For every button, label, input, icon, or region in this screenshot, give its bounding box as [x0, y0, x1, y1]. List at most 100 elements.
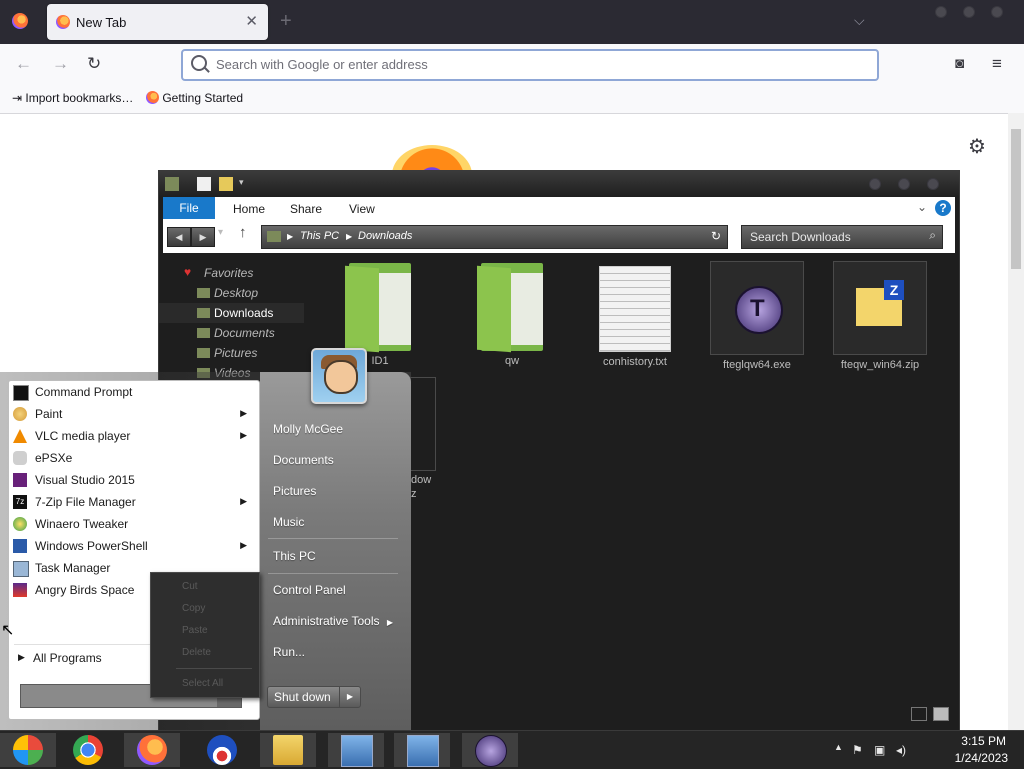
refresh-icon[interactable]: ↻ — [711, 229, 721, 243]
firefox-bookmark-icon — [146, 91, 159, 104]
program-command-prompt[interactable]: Command Prompt — [8, 381, 258, 403]
taskbar-firefox[interactable] — [124, 733, 180, 767]
start-button[interactable] — [0, 733, 56, 767]
back-button[interactable]: ◀ — [167, 227, 191, 247]
file-item-fteglqw64[interactable]: fteglqw64.exe — [707, 261, 807, 371]
downloads-folder-icon — [197, 308, 210, 318]
network-icon[interactable]: ▣ — [874, 743, 885, 757]
minimize-window-button[interactable] — [935, 6, 947, 18]
search-icon[interactable]: ⌕ — [929, 228, 936, 243]
explorer-maximize-button[interactable] — [898, 178, 910, 190]
program-powershell[interactable]: Windows PowerShell ▶ — [8, 535, 258, 557]
taskbar-chrome[interactable] — [60, 733, 116, 767]
search-icon — [191, 55, 207, 71]
breadcrumb-downloads[interactable]: Downloads — [358, 230, 412, 242]
close-tab-icon[interactable]: ✕ — [245, 12, 258, 30]
customize-quick-access-chevron-icon[interactable]: ▾ — [239, 177, 244, 188]
start-administrative-tools[interactable]: Administrative Tools ▶ — [273, 614, 393, 628]
breadcrumb-this-pc[interactable]: This PC — [300, 230, 339, 242]
nav-favorites[interactable]: ♥ Favorites — [159, 263, 304, 283]
program-vlc[interactable]: VLC media player ▶ — [8, 425, 258, 447]
address-bar[interactable]: Search with Google or enter address — [181, 49, 879, 81]
tab-share[interactable]: Share — [290, 202, 322, 216]
taskbar-obama-app[interactable] — [194, 733, 250, 767]
context-select-all[interactable]: Select All — [182, 678, 223, 689]
tab-new-tab[interactable]: New Tab ✕ — [47, 4, 268, 40]
taskbar-setup-app-2[interactable] — [394, 733, 450, 767]
nav-desktop[interactable]: Desktop — [159, 283, 304, 303]
back-arrow-icon[interactable]: ← — [15, 54, 32, 74]
flag-icon[interactable]: ⚑ — [852, 743, 863, 757]
import-bookmarks-link[interactable]: ⇥ Import bookmarks… — [12, 91, 133, 105]
large-icons-view-icon[interactable] — [933, 707, 949, 721]
clock-date[interactable]: 1/24/2023 — [955, 751, 1008, 765]
desktop-folder-icon — [197, 288, 210, 298]
user-avatar[interactable] — [311, 348, 367, 404]
tab-view[interactable]: View — [349, 202, 375, 216]
explorer-minimize-button[interactable] — [869, 178, 881, 190]
help-icon[interactable]: ? — [935, 200, 951, 216]
list-all-tabs-chevron-icon[interactable]: ⌵ — [854, 12, 865, 29]
show-hidden-icons-chevron-icon[interactable]: ▲ — [834, 742, 843, 752]
reload-icon[interactable]: ↻ — [87, 54, 101, 74]
context-copy[interactable]: Copy — [182, 603, 205, 614]
nav-documents[interactable]: Documents — [159, 323, 304, 343]
hamburger-menu-icon[interactable]: ≡ — [992, 54, 1002, 74]
chrome-icon — [73, 735, 103, 765]
new-tab-plus-icon[interactable]: + — [280, 10, 292, 33]
context-cut[interactable]: Cut — [182, 581, 198, 592]
page-scrollbar[interactable] — [1008, 113, 1024, 730]
start-user-name[interactable]: Molly McGee — [273, 422, 343, 436]
forward-arrow-icon[interactable]: → — [52, 54, 69, 74]
context-delete[interactable]: Delete — [182, 647, 211, 658]
tab-file[interactable]: File — [163, 197, 215, 219]
pocket-icon[interactable]: ◙ — [955, 55, 964, 72]
expand-ribbon-chevron-icon[interactable]: ⌄ — [917, 200, 927, 214]
explorer-address-bar[interactable]: ▶ This PC ▶ Downloads ↻ — [261, 225, 728, 249]
context-paste[interactable]: Paste — [182, 625, 208, 636]
explorer-close-button[interactable] — [927, 178, 939, 190]
context-menu: Cut Copy Paste Delete Select All — [150, 572, 260, 698]
program-epsxe[interactable]: ePSXe — [8, 447, 258, 469]
start-this-pc[interactable]: This PC — [273, 549, 316, 563]
taskbar-fte-quake[interactable] — [462, 733, 518, 767]
nav-pictures[interactable]: Pictures — [159, 343, 304, 363]
file-item-fteqw-zip[interactable]: fteqw_win64.zip — [830, 261, 930, 371]
search-downloads-input[interactable]: Search Downloads ⌕ — [741, 225, 943, 249]
file-name: fteglqw64.exe — [723, 359, 791, 371]
shut-down-button[interactable]: Shut down ▶ — [267, 686, 361, 708]
up-arrow-icon[interactable]: ↑ — [239, 224, 247, 241]
obama-logo-icon — [207, 735, 237, 765]
properties-icon[interactable] — [197, 177, 211, 191]
volume-icon[interactable]: ◂) — [896, 743, 906, 757]
start-music[interactable]: Music — [273, 515, 304, 529]
program-visual-studio[interactable]: Visual Studio 2015 — [8, 469, 258, 491]
taskbar-file-explorer[interactable] — [260, 733, 316, 767]
start-control-panel[interactable]: Control Panel — [273, 583, 346, 597]
start-documents[interactable]: Documents — [273, 453, 334, 467]
getting-started-link[interactable]: Getting Started — [146, 91, 243, 105]
file-name: conhistory.txt — [603, 356, 667, 368]
tab-home[interactable]: Home — [233, 202, 265, 216]
shutdown-options-arrow-icon[interactable]: ▶ — [339, 687, 360, 707]
program-7zip[interactable]: 7z 7-Zip File Manager ▶ — [8, 491, 258, 513]
file-item-qw[interactable]: qw — [462, 263, 562, 367]
clock-time[interactable]: 3:15 PM — [961, 734, 1006, 748]
computer-setup-icon — [341, 735, 373, 767]
maximize-window-button[interactable] — [963, 6, 975, 18]
close-window-button[interactable] — [991, 6, 1003, 18]
forward-button[interactable]: ▶ — [191, 227, 215, 247]
start-run[interactable]: Run... — [273, 645, 305, 659]
start-pictures[interactable]: Pictures — [273, 484, 316, 498]
program-paint[interactable]: Paint ▶ — [8, 403, 258, 425]
new-folder-icon[interactable] — [219, 177, 233, 191]
file-item-conhistory[interactable]: conhistory.txt — [585, 266, 685, 368]
taskbar-setup-app[interactable] — [328, 733, 384, 767]
gear-icon[interactable]: ⚙ — [968, 134, 986, 159]
details-view-icon[interactable] — [911, 707, 927, 721]
recent-locations-chevron-icon[interactable]: ▾ — [218, 227, 223, 238]
firefox-menu-icon[interactable] — [12, 13, 28, 29]
nav-downloads[interactable]: Downloads — [159, 303, 304, 323]
file-icon-frame-partial[interactable] — [409, 377, 436, 471]
program-winaero[interactable]: Winaero Tweaker — [8, 513, 258, 535]
